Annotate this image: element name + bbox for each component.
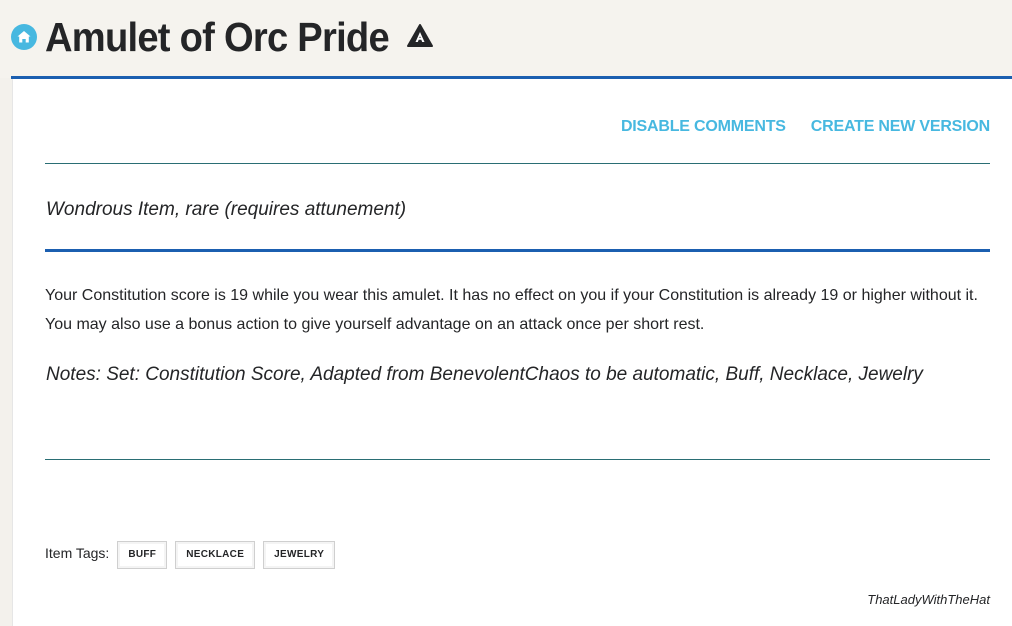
divider-type xyxy=(45,249,990,252)
divider-top xyxy=(45,163,990,164)
tag-jewelry[interactable]: JEWELRY xyxy=(263,541,336,569)
home-button[interactable] xyxy=(11,24,37,50)
page-header: Amulet of Orc Pride xyxy=(0,0,1012,79)
home-icon xyxy=(17,31,31,43)
item-tags-label: Item Tags: xyxy=(45,545,110,561)
item-description: Your Constitution score is 19 while you … xyxy=(45,287,978,333)
author-name[interactable]: ThatLadyWithTheHat xyxy=(867,592,990,607)
item-notes: Notes: Set: Constitution Score, Adapted … xyxy=(46,364,923,385)
item-tags: Item Tags: BUFF NECKLACE JEWELRY xyxy=(45,541,343,569)
divider-bottom xyxy=(45,459,990,460)
page-title: Amulet of Orc Pride xyxy=(45,14,390,60)
tag-buff[interactable]: BUFF xyxy=(117,541,168,569)
tag-necklace[interactable]: NECKLACE xyxy=(175,541,256,569)
create-new-version-link[interactable]: CREATE NEW VERSION xyxy=(811,117,990,137)
disable-comments-link[interactable]: DISABLE COMMENTS xyxy=(621,117,786,137)
item-type-line: Wondrous Item, rare (requires attunement… xyxy=(46,199,407,220)
action-links: DISABLE COMMENTS CREATE NEW VERSION xyxy=(621,117,990,137)
homebrew-triangle-icon xyxy=(407,24,433,47)
